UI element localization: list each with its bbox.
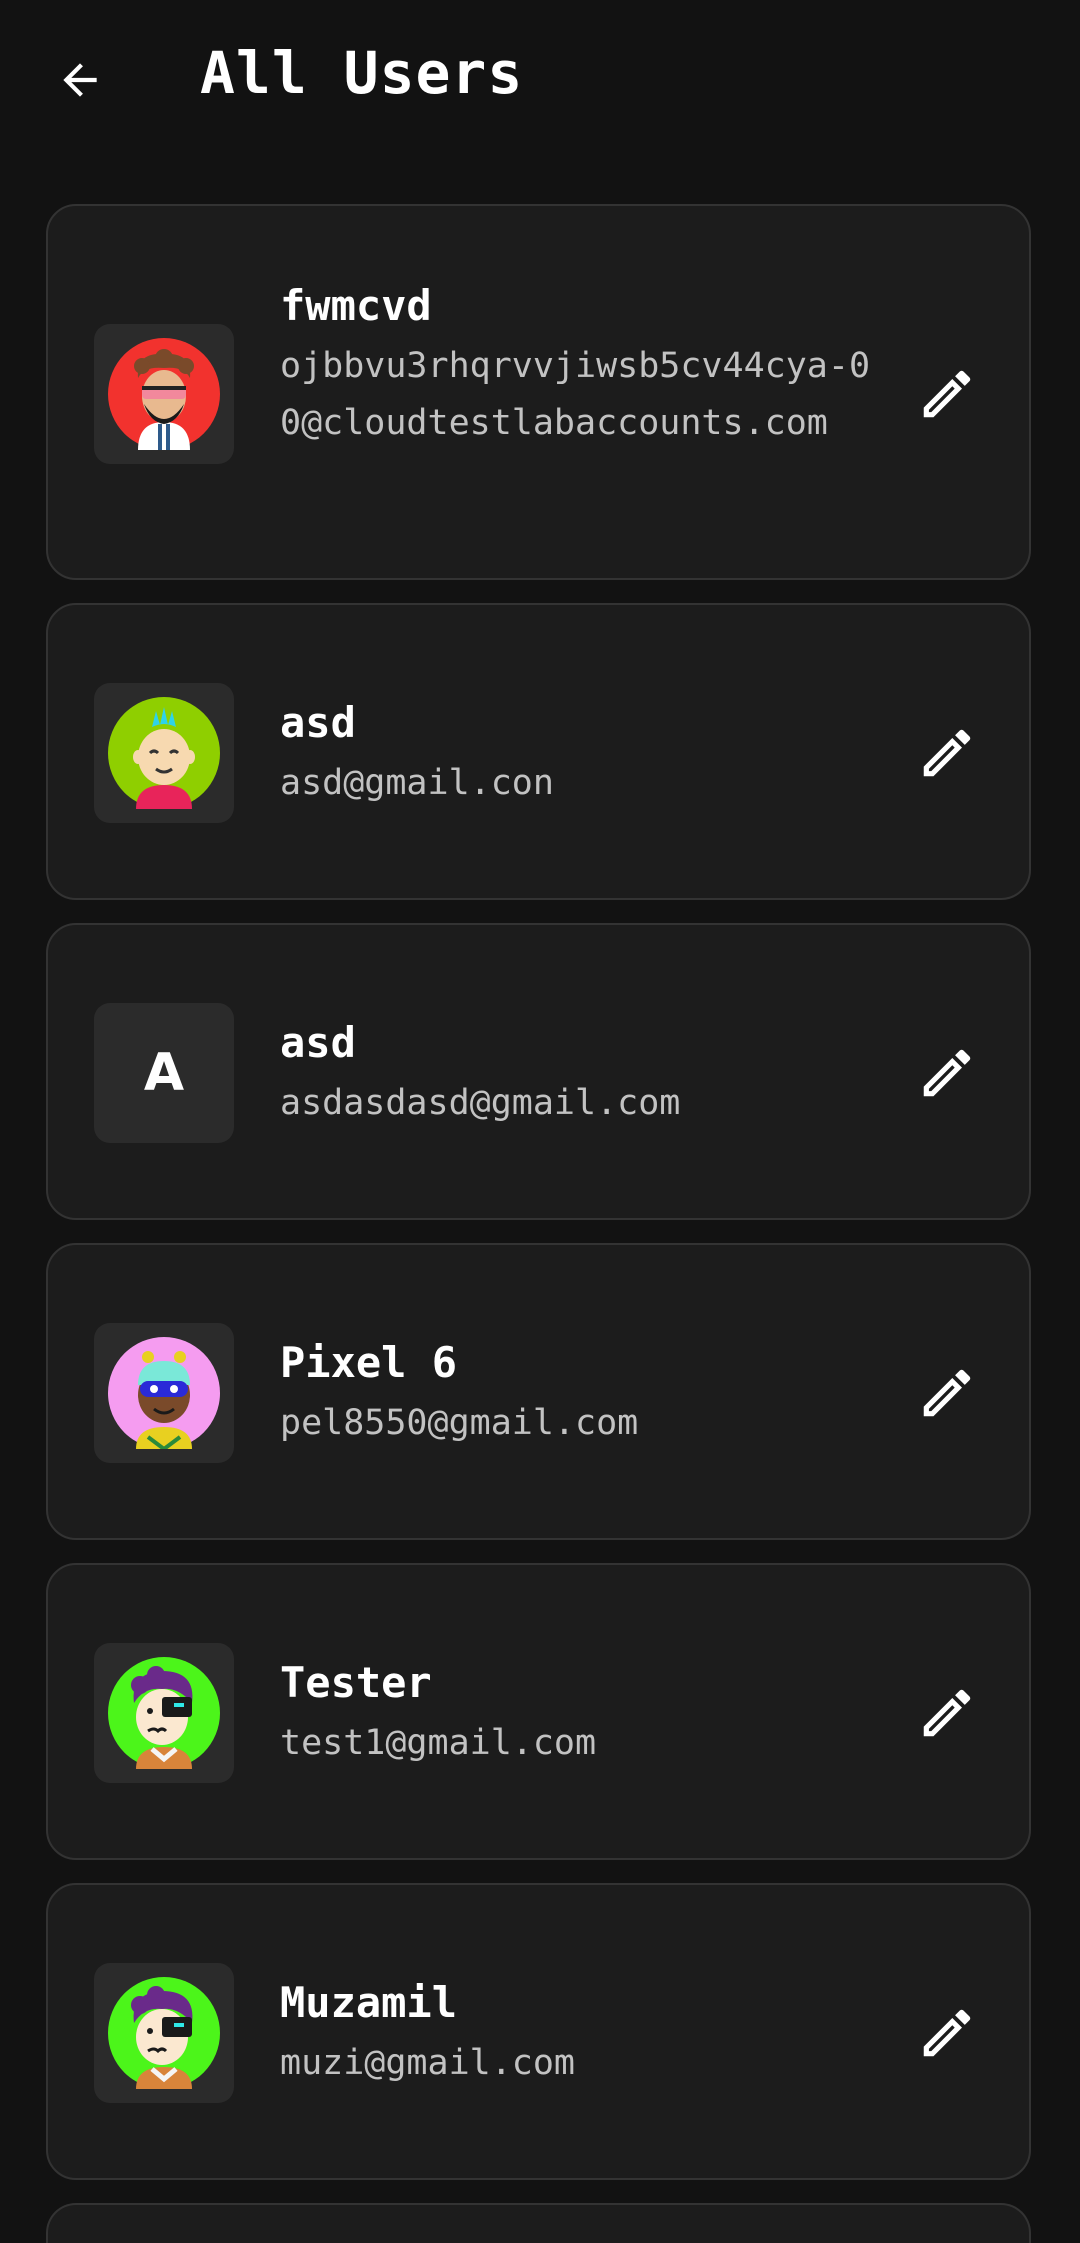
pencil-icon <box>923 370 971 418</box>
pencil-icon <box>923 2009 971 2057</box>
avatar <box>94 1323 234 1463</box>
avatar <box>94 1963 234 2103</box>
app-bar: All Users <box>0 0 1080 150</box>
user-name: Muzamil <box>280 1978 458 2027</box>
avatar: A <box>94 1003 234 1143</box>
user-name: asd <box>280 1018 356 1067</box>
user-info: Muzamil muzi@gmail.com <box>280 1975 880 2092</box>
user-info: fwmcvd ojbbvu3rhqrvvjiwsb5cv44cya-00@clo… <box>280 278 880 452</box>
user-email: pel8550@gmail.com <box>280 1403 639 1443</box>
pencil-icon <box>923 729 971 777</box>
edit-button[interactable] <box>911 1997 983 2069</box>
user-email: asdasdasd@gmail.com <box>280 1083 681 1123</box>
user-card[interactable]: Pixel 6 pel8550@gmail.com <box>46 1243 1031 1540</box>
pencil-icon <box>923 1049 971 1097</box>
user-email: muzi@gmail.com <box>280 2043 576 2083</box>
user-email: asd@gmail.con <box>280 763 554 803</box>
user-info: asd asdasdasd@gmail.com <box>280 1015 880 1132</box>
eyepatch-cyborg-avatar-icon <box>108 1657 220 1769</box>
edit-button[interactable] <box>911 358 983 430</box>
user-email: ojbbvu3rhqrvvjiwsb5cv44cya-00@cloudtestl… <box>280 346 871 443</box>
user-info: Pixel 6 pel8550@gmail.com <box>280 1335 880 1452</box>
back-button[interactable] <box>40 40 120 120</box>
user-card[interactable]: asd asd@gmail.con <box>46 603 1031 900</box>
avatar <box>94 683 234 823</box>
user-card[interactable]: Muzamil muzi@gmail.com <box>46 1883 1031 2180</box>
user-card[interactable]: A asd asdasdasd@gmail.com <box>46 923 1031 1220</box>
edit-button[interactable] <box>911 1357 983 1429</box>
avatar <box>94 324 234 464</box>
user-card[interactable]: fwmcvd ojbbvu3rhqrvvjiwsb5cv44cya-00@clo… <box>46 204 1031 580</box>
arrow-left-icon <box>63 63 97 97</box>
avatar <box>94 1643 234 1783</box>
user-name: asd <box>280 698 356 747</box>
avatar-initial: A <box>143 1043 185 1103</box>
edit-button[interactable] <box>911 1677 983 1749</box>
visor-kid-avatar-icon <box>108 1337 220 1449</box>
user-card[interactable] <box>46 2203 1031 2243</box>
user-name: fwmcvd <box>280 281 432 330</box>
pencil-icon <box>923 1369 971 1417</box>
bearded-man-avatar-icon <box>108 338 220 450</box>
user-info: asd asd@gmail.con <box>280 695 880 812</box>
user-card[interactable]: Tester test1@gmail.com <box>46 1563 1031 1860</box>
edit-button[interactable] <box>911 1037 983 1109</box>
page-title: All Users <box>200 39 524 107</box>
user-name: Pixel 6 <box>280 1338 458 1387</box>
user-email: test1@gmail.com <box>280 1723 597 1763</box>
user-name: Tester <box>280 1658 432 1707</box>
edit-button[interactable] <box>911 717 983 789</box>
smiling-boy-avatar-icon <box>108 697 220 809</box>
eyepatch-cyborg-avatar-icon <box>108 1977 220 2089</box>
pencil-icon <box>923 1689 971 1737</box>
user-info: Tester test1@gmail.com <box>280 1655 880 1772</box>
